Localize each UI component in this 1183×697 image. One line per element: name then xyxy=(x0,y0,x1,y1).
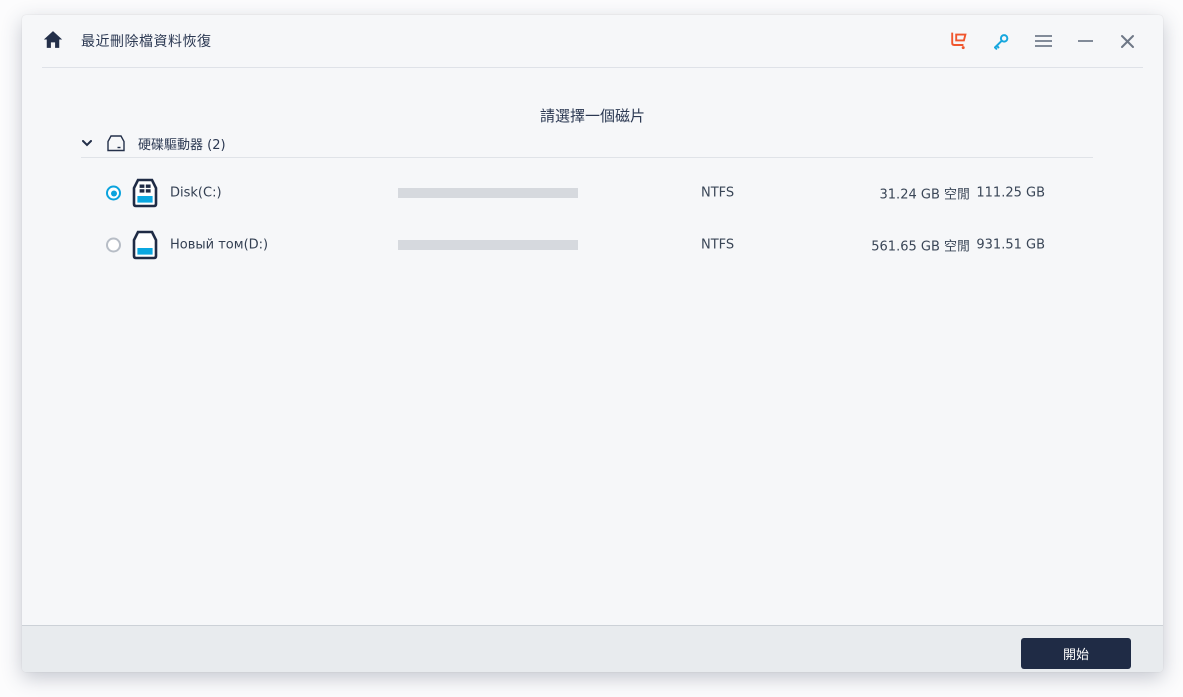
close-icon[interactable] xyxy=(1118,32,1136,50)
drive-group-label: 硬碟驅動器 (2) xyxy=(138,134,226,153)
total-space-label: 931.51 GB xyxy=(976,238,1045,253)
system-disk-icon xyxy=(132,178,158,208)
home-icon xyxy=(43,30,63,53)
app-window: 最近刪除檔資料恢復 xyxy=(22,15,1163,672)
footer-bar: 開始 xyxy=(22,625,1163,672)
page-title: 最近刪除檔資料恢復 xyxy=(81,31,212,51)
radio-selected[interactable] xyxy=(106,186,121,201)
titlebar-divider xyxy=(42,67,1143,68)
radio-unselected[interactable] xyxy=(106,238,121,253)
group-divider xyxy=(81,157,1093,158)
key-icon[interactable] xyxy=(992,32,1010,50)
filesystem-label: NTFS xyxy=(701,186,734,201)
disk-name: Новый том(D:) xyxy=(170,238,268,253)
free-space-label: 31.24 GB 空閒 xyxy=(880,184,970,203)
menu-icon[interactable] xyxy=(1034,32,1052,50)
usage-bar xyxy=(398,188,578,198)
start-button[interactable]: 開始 xyxy=(1021,638,1131,669)
cart-icon[interactable] xyxy=(950,32,968,50)
select-disk-heading: 請選擇一個磁片 xyxy=(22,105,1163,126)
home-button[interactable] xyxy=(42,30,64,52)
disk-row-c[interactable]: Disk(C:) NTFS 31.24 GB 空閒 111.25 GB xyxy=(22,167,1163,219)
disk-row-d[interactable]: Новый том(D:) NTFS 561.65 GB 空閒 931.51 G… xyxy=(22,219,1163,271)
drive-group-header[interactable]: 硬碟驅動器 (2) xyxy=(82,131,226,155)
titlebar: 最近刪除檔資料恢復 xyxy=(22,15,1163,67)
titlebar-actions xyxy=(950,32,1136,50)
total-space-label: 111.25 GB xyxy=(976,186,1045,201)
usage-bar xyxy=(398,240,578,250)
hard-drive-outline-icon xyxy=(106,134,126,152)
free-space-label: 561.65 GB 空閒 xyxy=(871,236,970,255)
data-disk-icon xyxy=(132,230,158,260)
minimize-icon[interactable] xyxy=(1076,32,1094,50)
chevron-down-icon[interactable] xyxy=(82,138,92,148)
disk-name: Disk(C:) xyxy=(170,186,222,201)
filesystem-label: NTFS xyxy=(701,238,734,253)
